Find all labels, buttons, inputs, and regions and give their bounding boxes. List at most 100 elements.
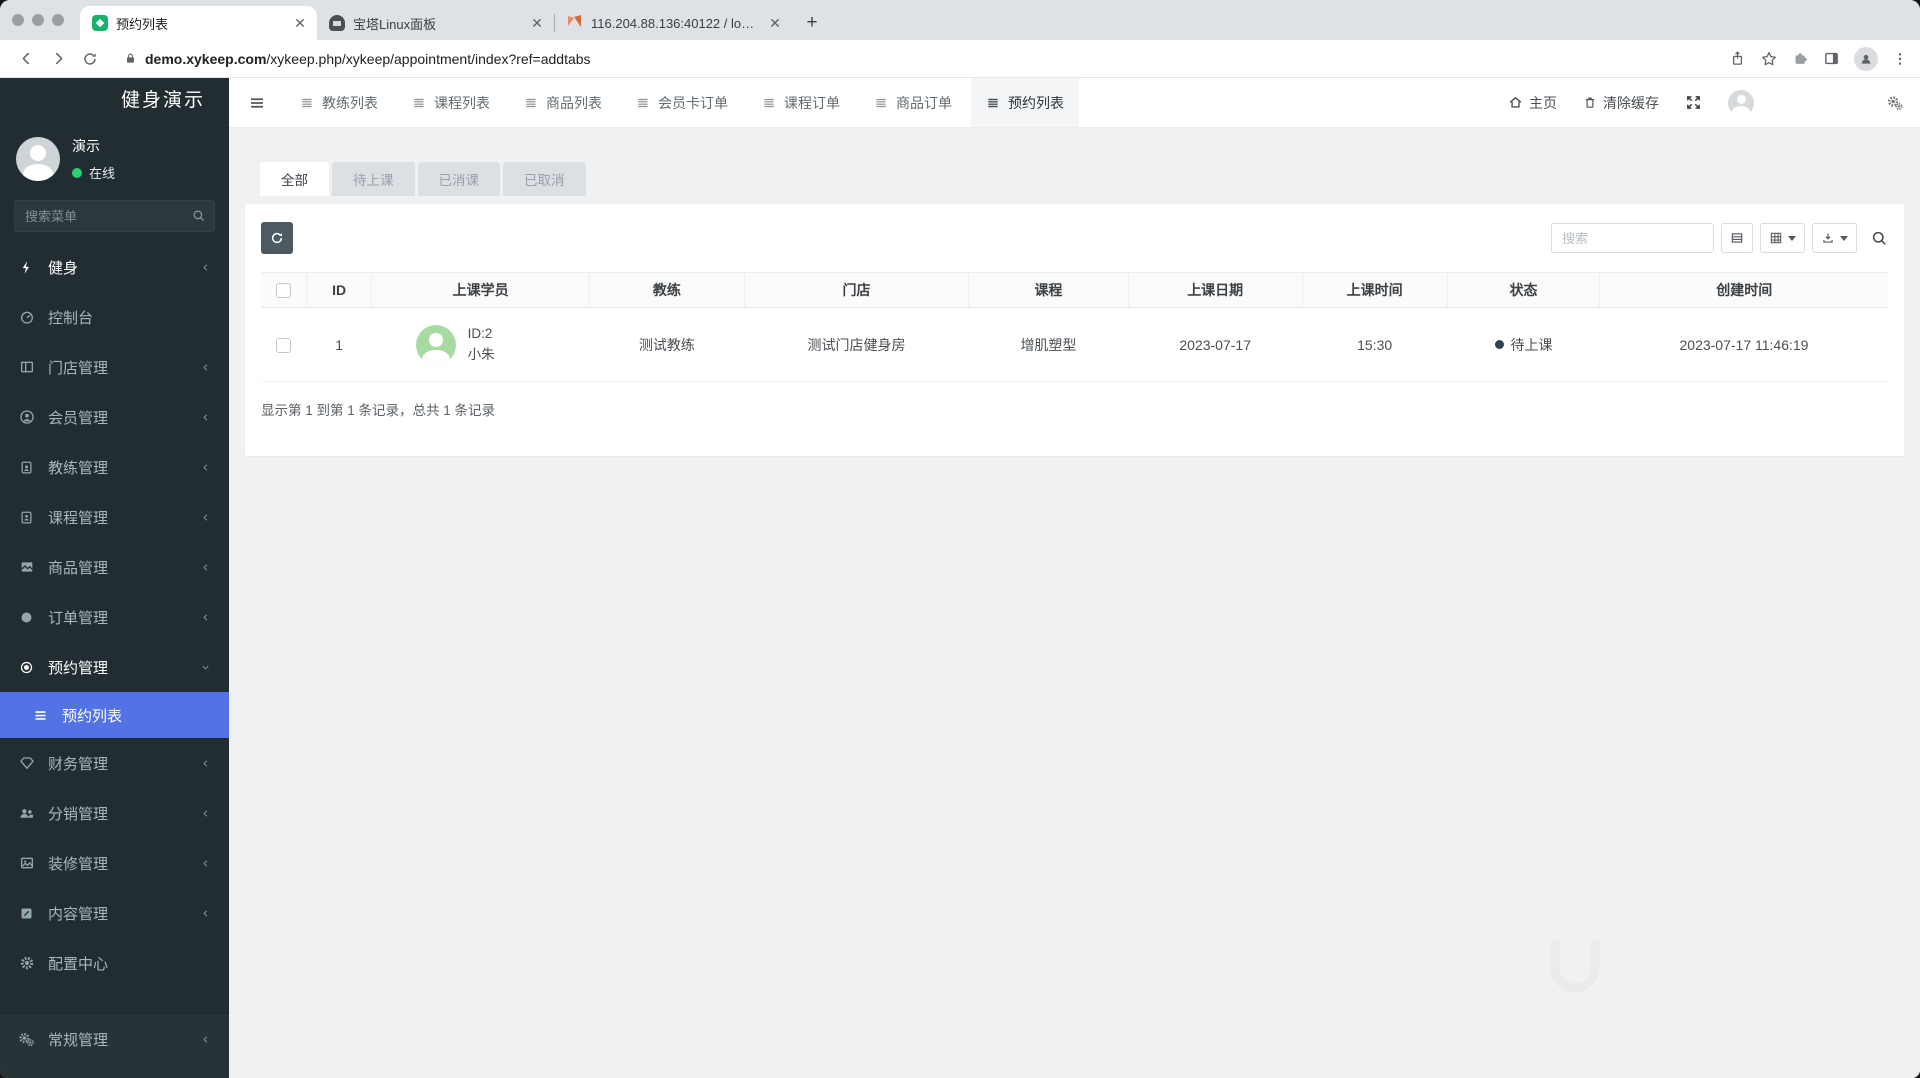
- close-tab-icon[interactable]: ✕: [528, 14, 546, 32]
- browser-menu-dots-icon[interactable]: [1892, 51, 1908, 67]
- filter-tab-pending[interactable]: 待上课: [332, 162, 415, 196]
- tab-title: 预约列表: [116, 16, 169, 32]
- column-header-coach[interactable]: 教练: [589, 272, 745, 308]
- row-checkbox[interactable]: [276, 337, 292, 353]
- export-button[interactable]: [1812, 223, 1857, 253]
- share-button[interactable]: [1729, 50, 1746, 67]
- select-all-checkbox[interactable]: [276, 283, 292, 299]
- home-button[interactable]: 主页: [1508, 93, 1557, 113]
- column-header-status[interactable]: 状态: [1446, 272, 1600, 308]
- sidebar-item-label: 预约管理: [48, 659, 109, 677]
- window-controls: [12, 0, 64, 40]
- sidebar-item-decoration[interactable]: 装修管理: [0, 838, 229, 888]
- close-tab-icon[interactable]: ✕: [766, 14, 784, 32]
- row-coach: 测试教练: [589, 307, 745, 382]
- pagination-summary: 显示第 1 到第 1 条记录，总共 1 条记录: [261, 403, 496, 418]
- column-header-student[interactable]: 上课学员: [371, 272, 590, 308]
- chevron-left-icon: [200, 612, 211, 623]
- sidebar-item-label: 健身: [48, 259, 79, 277]
- nav-tab-course-orders[interactable]: 课程订单: [747, 78, 855, 127]
- gear-icon: [18, 955, 35, 971]
- list-icon: [412, 96, 426, 110]
- zoom-window-button[interactable]: [52, 14, 64, 26]
- columns-button[interactable]: [1760, 223, 1805, 253]
- sidebar-item-label: 教练管理: [48, 459, 109, 477]
- filter-tab-completed[interactable]: 已消课: [417, 162, 500, 196]
- chevron-left-icon: [200, 808, 211, 819]
- bookmark-star-button[interactable]: [1760, 50, 1778, 68]
- minimize-window-button[interactable]: [32, 14, 44, 26]
- browser-window: 预约列表 ✕ 宝塔Linux面板 ✕ 116.204.88.136:40122 …: [0, 0, 1920, 1078]
- column-header-date[interactable]: 上课日期: [1127, 272, 1303, 308]
- nav-tab-goods-orders[interactable]: 商品订单: [859, 78, 967, 127]
- chevron-left-icon: [200, 562, 211, 573]
- column-header-store[interactable]: 门店: [743, 272, 969, 308]
- sidebar-item-config[interactable]: 配置中心: [0, 938, 229, 988]
- user-circle-icon: [18, 409, 35, 425]
- filter-tab-cancelled[interactable]: 已取消: [503, 162, 586, 196]
- sidebar-item-members[interactable]: 会员管理: [0, 392, 229, 442]
- close-tab-icon[interactable]: ✕: [291, 14, 309, 32]
- nav-tab-goods-list[interactable]: 商品列表: [509, 78, 617, 127]
- close-window-button[interactable]: [12, 14, 24, 26]
- sidebar-item-finance[interactable]: 财务管理: [0, 738, 229, 788]
- nav-tab-label: 会员卡订单: [658, 94, 728, 111]
- chevron-down-icon: [200, 662, 211, 673]
- sidebar-item-appointment-list[interactable]: 预约列表: [0, 692, 229, 738]
- extensions-puzzle-icon[interactable]: [1792, 50, 1809, 67]
- url-text: demo.xykeep.com/xykeep.php/xykeep/appoin…: [145, 51, 591, 67]
- refresh-button[interactable]: [261, 222, 293, 254]
- sidebar-item-coaches[interactable]: 教练管理: [0, 442, 229, 492]
- column-header-course[interactable]: 课程: [968, 272, 1129, 308]
- nav-tab-appointment-list[interactable]: 预约列表: [971, 78, 1079, 127]
- sidebar-item-distribution[interactable]: 分销管理: [0, 788, 229, 838]
- sidebar-item-general[interactable]: 常规管理: [0, 1014, 229, 1064]
- table-search-input[interactable]: [1551, 223, 1714, 253]
- row-id: 1: [306, 307, 372, 382]
- nav-tab-label: 课程列表: [434, 94, 490, 111]
- new-tab-button[interactable]: +: [798, 9, 826, 37]
- sidebar-menu: 健身 控制台 门店管理 会员管理 教练管理 课程管理 商品管理 订单管理 预约管…: [0, 242, 229, 1078]
- table-row[interactable]: 1 ID:2 小朱 测试教练 测试门店健身房 增肌塑型 2023-07-17 1…: [261, 307, 1888, 382]
- column-header-id[interactable]: ID: [306, 272, 372, 308]
- nav-tab-membercard-orders[interactable]: 会员卡订单: [621, 78, 743, 127]
- sidebar-item-appointments[interactable]: 预约管理: [0, 642, 229, 692]
- side-panel-button[interactable]: [1823, 50, 1840, 67]
- settings-cogs-icon[interactable]: [1886, 94, 1904, 112]
- column-header-time[interactable]: 上课时间: [1301, 272, 1448, 308]
- sidebar-item-courses[interactable]: 课程管理: [0, 492, 229, 542]
- browser-tab-bt-panel[interactable]: 宝塔Linux面板 ✕: [317, 6, 554, 40]
- sidebar: 健身演示 演示 在线 健: [0, 78, 229, 1078]
- view-toggle-button[interactable]: [1721, 223, 1753, 253]
- fullscreen-button[interactable]: [1685, 94, 1702, 111]
- menu-search-input[interactable]: [14, 200, 215, 232]
- user-avatar[interactable]: [16, 137, 60, 181]
- reload-button[interactable]: [76, 45, 104, 73]
- search-toggle-icon[interactable]: [1870, 229, 1888, 247]
- browser-profile-avatar[interactable]: [1854, 46, 1878, 71]
- sidebar-item-fitness[interactable]: 健身: [0, 242, 229, 292]
- nav-tab-coach-list[interactable]: 教练列表: [285, 78, 393, 127]
- sidebar-item-content[interactable]: 内容管理: [0, 888, 229, 938]
- sidebar-item-stores[interactable]: 门店管理: [0, 342, 229, 392]
- filter-tab-all[interactable]: 全部: [260, 162, 329, 196]
- column-header-created[interactable]: 创建时间: [1599, 272, 1888, 308]
- url-domain: demo.xykeep.com: [145, 50, 267, 67]
- browser-tab-phpmyadmin[interactable]: 116.204.88.136:40122 / localh ✕: [555, 6, 792, 40]
- nav-tab-label: 商品列表: [546, 94, 602, 111]
- sidebar-item-label: 会员管理: [48, 409, 109, 427]
- sidebar-item-orders[interactable]: 订单管理: [0, 592, 229, 642]
- status-filter-tabs: 全部 待上课 已消课 已取消: [260, 162, 1904, 196]
- hamburger-menu-icon[interactable]: [229, 78, 285, 127]
- address-bar[interactable]: demo.xykeep.com/xykeep.php/xykeep/appoin…: [114, 45, 1711, 73]
- nav-tab-course-list[interactable]: 课程列表: [397, 78, 505, 127]
- admin-avatar[interactable]: [1728, 89, 1754, 116]
- forward-button[interactable]: [44, 45, 72, 73]
- sidebar-item-dashboard[interactable]: 控制台: [0, 292, 229, 342]
- sidebar-item-goods[interactable]: 商品管理: [0, 542, 229, 592]
- chevron-left-icon: [200, 908, 211, 919]
- browser-tab-appointments[interactable]: 预约列表 ✕: [80, 6, 317, 40]
- list-icon: [874, 96, 888, 110]
- clear-cache-button[interactable]: 清除缓存: [1583, 93, 1659, 113]
- back-button[interactable]: [12, 45, 40, 73]
